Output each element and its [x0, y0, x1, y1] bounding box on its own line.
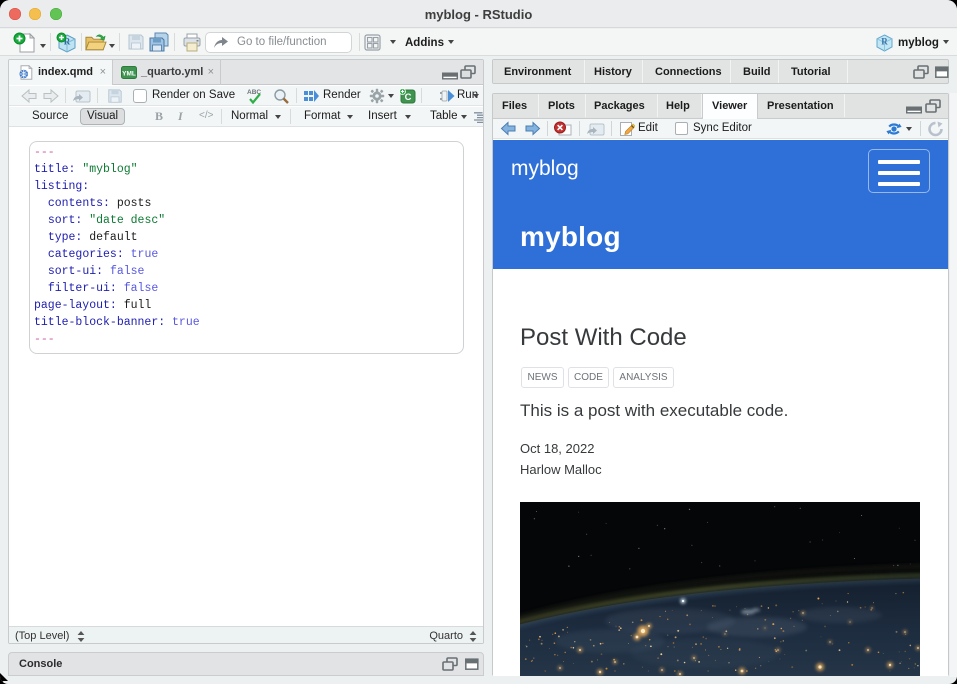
svg-text:YML: YML [122, 71, 136, 78]
svg-text:C: C [405, 92, 412, 103]
svg-text:R: R [881, 37, 888, 47]
